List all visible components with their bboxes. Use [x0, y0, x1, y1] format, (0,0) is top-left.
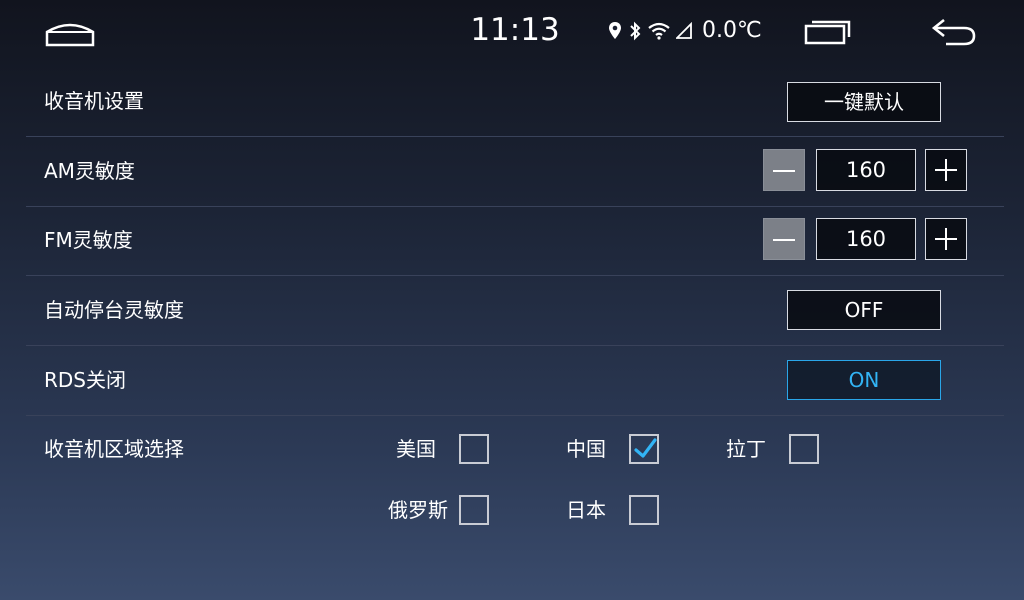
- fm-sensitivity-value: 160: [816, 218, 916, 260]
- row-radio-settings: 收音机设置 一键默认: [26, 66, 1004, 137]
- region-option-label: 中国: [566, 437, 606, 461]
- am-decrease-button[interactable]: [763, 149, 805, 191]
- home-icon[interactable]: [44, 20, 96, 48]
- temperature: 0.0℃: [702, 18, 762, 43]
- region-checkbox-latin[interactable]: [789, 434, 819, 464]
- bluetooth-icon: [628, 21, 642, 41]
- radio-settings-label: 收音机设置: [44, 89, 144, 113]
- status-icons: 0.0℃: [608, 18, 762, 44]
- row-fm-sensitivity: FM灵敏度 160: [26, 205, 1004, 276]
- auto-stop-toggle-button[interactable]: OFF: [787, 290, 941, 330]
- location-icon: [608, 21, 622, 41]
- am-sensitivity-value: 160: [816, 149, 916, 191]
- fm-increase-button[interactable]: [925, 218, 967, 260]
- signal-icon: [676, 22, 692, 40]
- wifi-icon: [648, 22, 670, 40]
- row-am-sensitivity: AM灵敏度 160: [26, 136, 1004, 207]
- am-increase-button[interactable]: [925, 149, 967, 191]
- fm-decrease-button[interactable]: [763, 218, 805, 260]
- region-option-label: 拉丁: [726, 437, 766, 461]
- row-rds-close: RDS关闭 ON: [26, 345, 1004, 416]
- region-option-label: 美国: [396, 437, 436, 461]
- region-checkbox-china[interactable]: [629, 434, 659, 464]
- region-checkbox-japan[interactable]: [629, 495, 659, 525]
- row-auto-stop-sensitivity: 自动停台灵敏度 OFF: [26, 275, 1004, 346]
- region-checkbox-russia[interactable]: [459, 495, 489, 525]
- am-sensitivity-label: AM灵敏度: [44, 159, 135, 183]
- back-icon[interactable]: [930, 16, 978, 48]
- auto-stop-sensitivity-label: 自动停台灵敏度: [44, 298, 184, 322]
- region-option-label: 俄罗斯: [388, 498, 448, 522]
- rds-close-label: RDS关闭: [44, 368, 126, 392]
- region-option-label: 日本: [566, 498, 606, 522]
- region-label: 收音机区域选择: [44, 437, 184, 461]
- restore-default-button[interactable]: 一键默认: [787, 82, 941, 122]
- fm-sensitivity-label: FM灵敏度: [44, 228, 133, 252]
- rds-toggle-button[interactable]: ON: [787, 360, 941, 400]
- status-bar: 11:13 0.0℃: [0, 0, 1024, 64]
- region-checkbox-usa[interactable]: [459, 434, 489, 464]
- clock: 11:13: [470, 12, 560, 48]
- check-icon: [634, 438, 657, 458]
- recent-apps-icon[interactable]: [804, 18, 852, 46]
